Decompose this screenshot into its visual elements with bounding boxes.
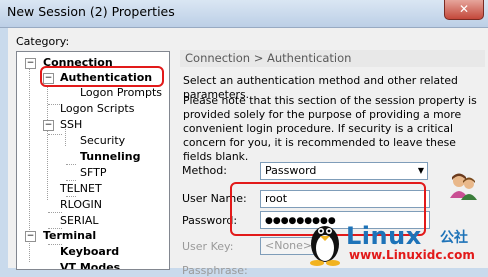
method-select[interactable]: Password ▼ bbox=[260, 162, 428, 180]
close-button[interactable]: ✕ bbox=[444, 0, 484, 20]
password-label: Password: bbox=[182, 214, 238, 227]
method-label: Method: bbox=[182, 164, 227, 177]
penguin-logo-icon bbox=[310, 226, 340, 266]
userkey-label: User Key: bbox=[182, 240, 234, 253]
tree-line bbox=[48, 212, 62, 213]
tree-line bbox=[66, 196, 76, 197]
tree-item-logon-prompts[interactable]: Logon Prompts bbox=[80, 86, 162, 100]
watermark-brand: Linux bbox=[346, 222, 422, 250]
tree-item-vt-modes[interactable]: VT Modes bbox=[60, 261, 120, 269]
collapse-icon[interactable]: − bbox=[25, 231, 36, 242]
tree-item-tunneling[interactable]: Tunneling bbox=[80, 150, 141, 164]
tree-line bbox=[47, 82, 48, 200]
window-title: New Session (2) Properties bbox=[7, 4, 175, 19]
tree-item-ssh[interactable]: SSH bbox=[60, 118, 82, 132]
watermark-url: www.Linuxidc.com bbox=[349, 248, 475, 262]
collapse-icon[interactable]: − bbox=[43, 120, 54, 131]
method-value: Password bbox=[265, 164, 317, 177]
tree-item-serial[interactable]: SERIAL bbox=[60, 214, 98, 228]
collapse-icon[interactable]: − bbox=[25, 58, 36, 69]
tree-item-security[interactable]: Security bbox=[80, 134, 125, 148]
tree-line bbox=[66, 180, 76, 181]
highlight-authentication bbox=[40, 66, 164, 87]
section-header: Connection > Authentication bbox=[180, 50, 485, 67]
tree-item-keyboard[interactable]: Keyboard bbox=[60, 245, 119, 259]
tree-item-sftp[interactable]: SFTP bbox=[80, 166, 106, 180]
category-label: Category: bbox=[16, 35, 70, 48]
category-tree[interactable]: − Connection − Authentication Logon Prom… bbox=[16, 51, 170, 270]
users-icon bbox=[450, 173, 477, 200]
tree-item-telnet[interactable]: TELNET bbox=[60, 182, 102, 196]
title-bar: New Session (2) Properties ✕ bbox=[0, 0, 488, 28]
chevron-down-icon: ▼ bbox=[417, 166, 424, 175]
note-text: Please note that this section of the ses… bbox=[183, 94, 477, 163]
tree-item-rlogin[interactable]: RLOGIN bbox=[60, 198, 102, 212]
tree-line bbox=[48, 134, 62, 135]
tree-item-logon-scripts[interactable]: Logon Scripts bbox=[60, 102, 134, 116]
passphrase-label: Passphrase: bbox=[182, 264, 248, 277]
tree-item-terminal[interactable]: Terminal bbox=[43, 229, 96, 243]
watermark-brand-cn: 公社 bbox=[440, 230, 468, 246]
tree-line bbox=[66, 164, 76, 165]
